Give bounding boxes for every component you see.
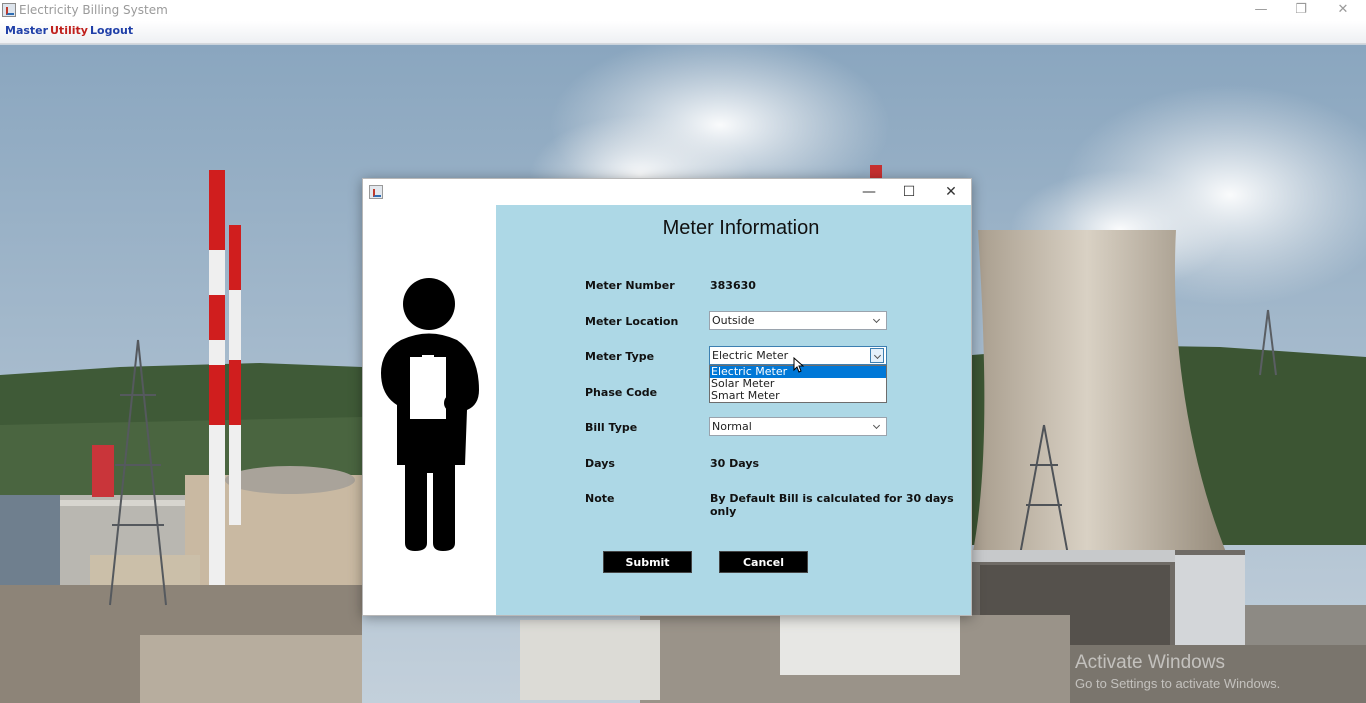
watermark-line-1: Activate Windows bbox=[1075, 652, 1225, 673]
java-app-icon bbox=[2, 3, 16, 17]
watermark-line-2: Go to Settings to activate Windows. bbox=[1075, 676, 1281, 691]
meter-type-selected-value: Electric Meter bbox=[712, 349, 789, 362]
meter-info-dialog: — ☐ ✕ Meter Information Meter Number 383… bbox=[362, 178, 972, 616]
activation-watermark: Activate Windows Go to Settings to activ… bbox=[1075, 652, 1280, 691]
minimize-icon[interactable]: — bbox=[1240, 0, 1282, 21]
chevron-down-icon[interactable] bbox=[870, 348, 884, 363]
meter-number-value: 383630 bbox=[710, 279, 756, 292]
java-app-icon bbox=[369, 185, 383, 199]
menu-utility[interactable]: Utility bbox=[50, 24, 88, 37]
mouse-cursor-icon bbox=[793, 357, 805, 373]
dialog-maximize-icon[interactable]: ☐ bbox=[889, 182, 929, 202]
dialog-titlebar: — ☐ ✕ bbox=[363, 179, 971, 205]
menu-master[interactable]: Master bbox=[5, 24, 48, 37]
chevron-down-icon[interactable] bbox=[870, 419, 884, 434]
person-with-clipboard-icon bbox=[381, 278, 479, 551]
close-icon[interactable]: ✕ bbox=[1322, 0, 1364, 21]
restore-icon[interactable]: ❐ bbox=[1280, 0, 1322, 21]
meter-location-label: Meter Location bbox=[585, 315, 679, 328]
days-label: Days bbox=[585, 457, 615, 470]
menu-bar: Master Utility Logout bbox=[0, 21, 1366, 44]
main-titlebar: Electricity Billing System — ❐ ✕ bbox=[0, 0, 1366, 21]
bill-type-select[interactable]: Normal bbox=[709, 417, 887, 436]
form-title: Meter Information bbox=[662, 217, 820, 239]
meter-type-label: Meter Type bbox=[585, 350, 655, 363]
meter-location-select[interactable]: Outside bbox=[709, 311, 887, 330]
bill-type-label: Bill Type bbox=[585, 421, 638, 434]
phase-code-label: Phase Code bbox=[585, 386, 658, 399]
illustration-pane bbox=[363, 205, 496, 615]
meter-number-label: Meter Number bbox=[585, 279, 675, 292]
dialog-close-icon[interactable]: ✕ bbox=[931, 182, 971, 202]
window-title: Electricity Billing System bbox=[19, 3, 168, 17]
chevron-down-icon[interactable] bbox=[870, 313, 884, 328]
meter-type-option-smart[interactable]: Smart Meter bbox=[710, 390, 886, 402]
dialog-minimize-icon[interactable]: — bbox=[849, 182, 889, 202]
submit-button[interactable]: Submit bbox=[603, 551, 692, 573]
days-value: 30 Days bbox=[710, 457, 760, 470]
bill-type-selected-value: Normal bbox=[712, 420, 752, 433]
note-value: By Default Bill is calculated for 30 day… bbox=[710, 492, 954, 518]
menu-logout[interactable]: Logout bbox=[90, 24, 133, 37]
cancel-button[interactable]: Cancel bbox=[719, 551, 808, 573]
meter-location-selected-value: Outside bbox=[712, 314, 755, 327]
meter-form: Meter Information Meter Number 383630 Me… bbox=[496, 205, 971, 615]
note-label: Note bbox=[585, 492, 615, 505]
